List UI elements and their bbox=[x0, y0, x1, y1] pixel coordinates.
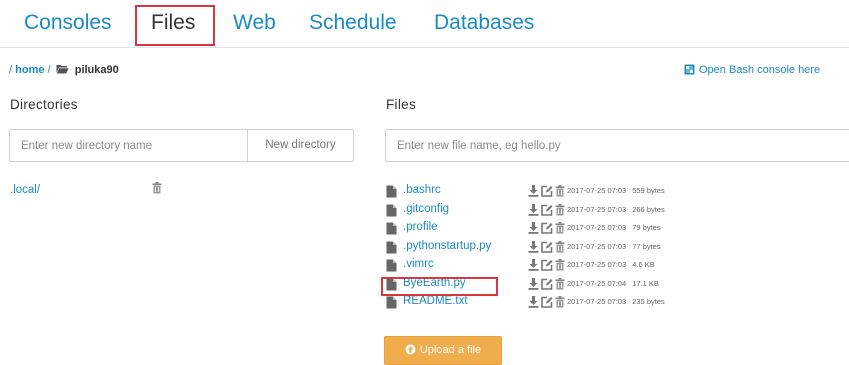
file-name-link[interactable]: .vimrc bbox=[403, 258, 434, 270]
download-icon[interactable] bbox=[528, 296, 539, 308]
file-size: 559 bytes bbox=[632, 186, 665, 195]
file-modified: 2017-07-25 07:03 bbox=[567, 297, 627, 306]
file-size: 235 bytes bbox=[632, 297, 665, 306]
file-size: 17.1 KB bbox=[632, 278, 659, 288]
delete-icon[interactable] bbox=[555, 296, 565, 308]
download-icon[interactable] bbox=[528, 185, 539, 197]
top-nav: Consoles Files Web Schedule Databases bbox=[0, 0, 849, 48]
download-icon[interactable] bbox=[528, 203, 539, 216]
file-meta: 2017-07-25 07:03 77 bytes bbox=[567, 242, 661, 251]
file-icon bbox=[386, 185, 397, 198]
file-row: .gitconfig 2017-07-25 07:03 266 bytes bbox=[386, 202, 849, 218]
folder-open-icon bbox=[56, 65, 69, 74]
file-icon bbox=[386, 296, 397, 309]
new-directory-button[interactable]: New directory bbox=[247, 129, 354, 162]
delete-icon[interactable] bbox=[555, 240, 565, 253]
file-icon bbox=[386, 222, 397, 235]
breadcrumb: / home / piluka90 bbox=[9, 64, 119, 76]
file-icon bbox=[386, 204, 397, 216]
breadcrumb-root[interactable]: / bbox=[9, 64, 12, 76]
file-meta: 2017-07-25 07:03 559 bytes bbox=[567, 186, 665, 195]
delete-icon[interactable] bbox=[555, 277, 565, 290]
tab-web[interactable]: Web bbox=[233, 8, 276, 38]
file-row: README.txt 2017-07-25 07:03 235 bytes bbox=[386, 294, 849, 310]
new-directory-input[interactable] bbox=[9, 129, 248, 162]
upload-file-button[interactable]: Upload a file bbox=[384, 336, 502, 365]
edit-icon[interactable] bbox=[541, 296, 553, 308]
file-meta: 2017-07-25 07:04 17.1 KB bbox=[567, 279, 659, 288]
file-meta: 2017-07-25 07:03 4.6 KB bbox=[567, 260, 655, 269]
delete-icon[interactable] bbox=[555, 203, 565, 216]
file-modified: 2017-07-25 07:03 bbox=[567, 186, 627, 195]
file-size: 266 bytes bbox=[632, 204, 665, 214]
download-icon[interactable] bbox=[528, 277, 539, 290]
file-modified: 2017-07-25 07:04 bbox=[567, 278, 627, 288]
file-size: 79 bytes bbox=[632, 223, 661, 232]
tab-consoles[interactable]: Consoles bbox=[24, 8, 112, 38]
file-name-link[interactable]: .profile bbox=[403, 221, 438, 233]
file-icon bbox=[386, 278, 397, 290]
delete-icon[interactable] bbox=[555, 259, 565, 271]
breadcrumb-current: piluka90 bbox=[74, 64, 119, 76]
file-modified: 2017-07-25 07:03 bbox=[567, 223, 627, 232]
new-file-input[interactable] bbox=[385, 129, 849, 162]
file-modified: 2017-07-25 07:03 bbox=[567, 260, 627, 269]
edit-icon[interactable] bbox=[541, 241, 553, 253]
tab-files[interactable]: Files bbox=[151, 8, 195, 38]
file-modified: 2017-07-25 07:03 bbox=[567, 241, 627, 251]
file-modified: 2017-07-25 07:03 bbox=[567, 204, 627, 214]
tab-schedule[interactable]: Schedule bbox=[309, 8, 397, 38]
trash-icon[interactable] bbox=[152, 182, 162, 194]
file-meta: 2017-07-25 07:03 266 bytes bbox=[567, 205, 665, 214]
files-heading: Files bbox=[386, 97, 417, 112]
file-row: .profile 2017-07-25 07:03 79 bytes bbox=[386, 220, 849, 236]
file-meta: 2017-07-25 07:03 79 bytes bbox=[567, 223, 661, 232]
delete-icon[interactable] bbox=[555, 222, 565, 234]
edit-icon[interactable] bbox=[541, 185, 553, 197]
file-name-link[interactable]: .gitconfig bbox=[403, 203, 449, 215]
open-bash-console-link[interactable]: Open Bash console here bbox=[684, 64, 820, 76]
file-row: .bashrc 2017-07-25 07:03 559 bytes bbox=[386, 183, 849, 199]
file-icon bbox=[386, 241, 397, 253]
console-icon bbox=[684, 64, 695, 75]
delete-icon[interactable] bbox=[555, 185, 565, 197]
upload-file-label: Upload a file bbox=[419, 344, 482, 356]
breadcrumb-home[interactable]: home bbox=[15, 64, 44, 76]
download-icon[interactable] bbox=[528, 222, 539, 234]
upload-icon bbox=[405, 344, 416, 355]
directories-heading: Directories bbox=[10, 97, 78, 112]
file-name-link[interactable]: README.txt bbox=[403, 295, 468, 307]
tab-databases[interactable]: Databases bbox=[434, 8, 534, 38]
breadcrumb-separator: / bbox=[47, 64, 51, 76]
file-size: 77 bytes bbox=[632, 241, 661, 251]
file-size: 4.6 KB bbox=[632, 260, 655, 269]
edit-icon[interactable] bbox=[541, 222, 553, 234]
file-name-link[interactable]: ByeEarth.py bbox=[403, 277, 466, 289]
download-icon[interactable] bbox=[528, 240, 539, 253]
file-meta: 2017-07-25 07:03 235 bytes bbox=[567, 297, 665, 306]
file-icon bbox=[386, 259, 397, 272]
edit-icon[interactable] bbox=[541, 278, 553, 290]
file-row: .pythonstartup.py 2017-07-25 07:03 77 byte… bbox=[386, 239, 849, 255]
edit-icon[interactable] bbox=[541, 204, 553, 216]
file-name-link[interactable]: .bashrc bbox=[403, 184, 441, 196]
file-name-link[interactable]: .pythonstartup.py bbox=[403, 240, 491, 252]
edit-icon[interactable] bbox=[541, 259, 553, 271]
download-icon[interactable] bbox=[528, 259, 539, 271]
file-row: .vimrc 2017-07-25 07:03 4.6 KB bbox=[386, 257, 849, 273]
open-bash-console-label: Open Bash console here bbox=[699, 64, 821, 76]
directory-item[interactable]: .local/ bbox=[10, 184, 40, 196]
file-row: ByeEarth.py 2017-07-25 07:04 17.1 KB bbox=[386, 276, 849, 292]
